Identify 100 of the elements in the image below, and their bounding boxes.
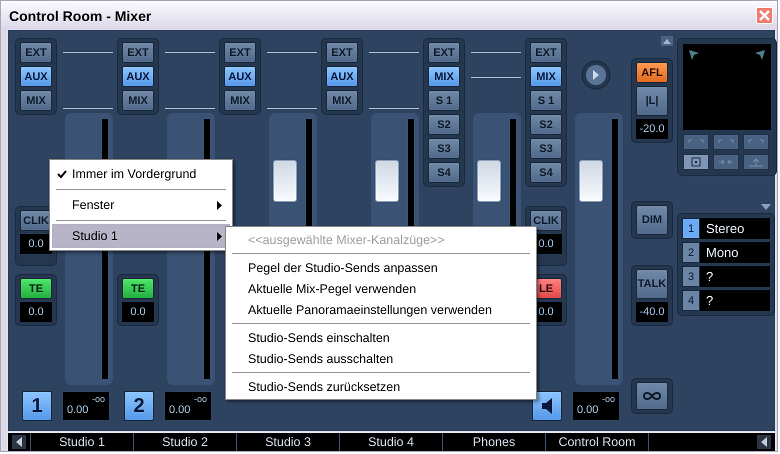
route-button[interactable]: MIX [326, 90, 358, 111]
panner-mode-button[interactable] [743, 134, 769, 150]
link-button[interactable] [636, 382, 668, 410]
talk-level: 0.0 [20, 302, 52, 322]
panner-center-button[interactable] [683, 154, 709, 170]
output-name[interactable]: ? [700, 266, 714, 287]
level-value: 0.00 [67, 404, 90, 417]
route-button[interactable]: S4 [530, 162, 562, 183]
close-icon [759, 10, 770, 21]
output-number-button[interactable]: 1 [682, 218, 700, 239]
route-button[interactable]: EXT [224, 42, 256, 63]
route-button[interactable]: EXT [20, 42, 52, 63]
scroll-up-icon[interactable] [661, 36, 673, 46]
route-button[interactable]: MIX [530, 66, 562, 87]
click-button[interactable]: CLIK [20, 210, 52, 231]
output-number-button[interactable]: 3 [682, 266, 700, 287]
talk-enable-button[interactable]: TE [122, 278, 154, 299]
panner-mode-button[interactable] [683, 134, 709, 150]
corner-arrows-icon [747, 138, 765, 146]
menu-item[interactable]: Studio-Sends zurücksetzen [228, 376, 534, 397]
close-button[interactable] [756, 7, 773, 24]
dim-button[interactable]: DIM [636, 205, 668, 235]
click-button[interactable]: CLIK [530, 210, 562, 231]
peak-value: -oo [92, 394, 105, 404]
route-button[interactable]: EXT [530, 42, 562, 63]
output-number-button[interactable]: 2 [682, 242, 700, 263]
scroll-down-icon[interactable] [761, 204, 771, 210]
level-value: 0.00 [169, 404, 192, 417]
fader-thumb[interactable] [579, 160, 603, 202]
routing-line-icon [369, 52, 419, 109]
fader-thumb[interactable] [477, 160, 501, 202]
menu-item[interactable]: Studio-Sends ausschalten [228, 348, 534, 369]
menu-item[interactable]: Studio-Sends einschalten [228, 327, 534, 348]
route-button[interactable]: AUX [326, 66, 358, 87]
route-button[interactable]: S3 [530, 138, 562, 159]
afl-level: -20.0 [636, 119, 668, 139]
peak-value: -oo [194, 394, 207, 404]
channel-number-button[interactable]: 1 [22, 391, 52, 421]
channel-name: Studio 1 [30, 433, 133, 451]
route-button[interactable]: EXT [428, 42, 460, 63]
center-square-icon [691, 157, 701, 167]
route-button[interactable]: AUX [122, 66, 154, 87]
route-button[interactable]: S4 [428, 162, 460, 183]
routing-line-icon [165, 52, 215, 109]
speaker-button[interactable] [532, 391, 562, 421]
route-button[interactable]: S3 [428, 138, 460, 159]
panner-mode-button[interactable] [713, 154, 739, 170]
route-button[interactable]: S2 [428, 114, 460, 135]
menu-item[interactable]: Immer im Vordergrund [52, 162, 230, 186]
scroll-left-button[interactable] [12, 435, 26, 449]
talk-enable-button[interactable]: TE [20, 278, 52, 299]
afl-button[interactable]: AFL [636, 62, 668, 83]
channel-name: Studio 3 [236, 433, 339, 451]
menu-item[interactable]: Fenster [52, 193, 230, 217]
menu-item[interactable]: Studio 1 [52, 224, 230, 248]
routing-line-icon [471, 52, 521, 78]
route-button[interactable]: AUX [224, 66, 256, 87]
route-button[interactable]: MIX [20, 90, 52, 111]
fader-thumb[interactable] [273, 160, 297, 202]
route-button[interactable]: EXT [326, 42, 358, 63]
output-name[interactable]: Stereo [700, 218, 744, 239]
menu-item[interactable]: Pegel der Studio-Sends anpassen [228, 257, 534, 278]
talk-button[interactable]: TALK [636, 269, 668, 299]
speaker-marker-icon [689, 50, 699, 60]
route-button[interactable]: S 1 [428, 90, 460, 111]
panner-mode-button[interactable] [713, 134, 739, 150]
peak-value: -oo [602, 394, 615, 404]
channel-name: Control Room [545, 433, 648, 451]
talk-level: -40.0 [636, 302, 668, 322]
panner-mode-button[interactable] [743, 154, 769, 170]
channel-number-button[interactable]: 2 [124, 391, 154, 421]
routing-line-icon [63, 52, 113, 109]
corner-arrows-icon [687, 138, 705, 146]
window-title: Control Room - Mixer [9, 8, 152, 24]
talk-level: 0.0 [122, 302, 154, 322]
route-button[interactable]: MIX [122, 90, 154, 111]
level-value: 0.00 [577, 404, 600, 417]
channel-name: Phones [442, 433, 545, 451]
corner-arrows-icon [717, 138, 735, 146]
output-number-button[interactable]: 4 [682, 290, 700, 311]
route-button[interactable]: AUX [20, 66, 52, 87]
fader-thumb[interactable] [375, 160, 399, 202]
play-knob-icon[interactable] [581, 60, 611, 90]
route-button[interactable]: S2 [530, 114, 562, 135]
route-button[interactable]: MIX [224, 90, 256, 111]
route-button[interactable]: EXT [122, 42, 154, 63]
left-arrow-icon [16, 437, 22, 447]
submenu-arrow-icon [217, 232, 222, 240]
output-name[interactable]: ? [700, 290, 714, 311]
submenu-arrow-icon [217, 200, 222, 210]
output-name[interactable]: Mono [700, 242, 739, 263]
route-button[interactable]: S 1 [530, 90, 562, 111]
converge-arrows-icon [718, 158, 734, 166]
routing-line-icon [267, 52, 317, 109]
speaker-marker-icon [755, 50, 765, 60]
scroll-right-button[interactable] [757, 435, 771, 449]
channel-name: Studio 2 [133, 433, 236, 451]
route-button[interactable]: MIX [428, 66, 460, 87]
mono-button[interactable]: |L| [636, 86, 668, 116]
infinity-icon [642, 391, 662, 401]
